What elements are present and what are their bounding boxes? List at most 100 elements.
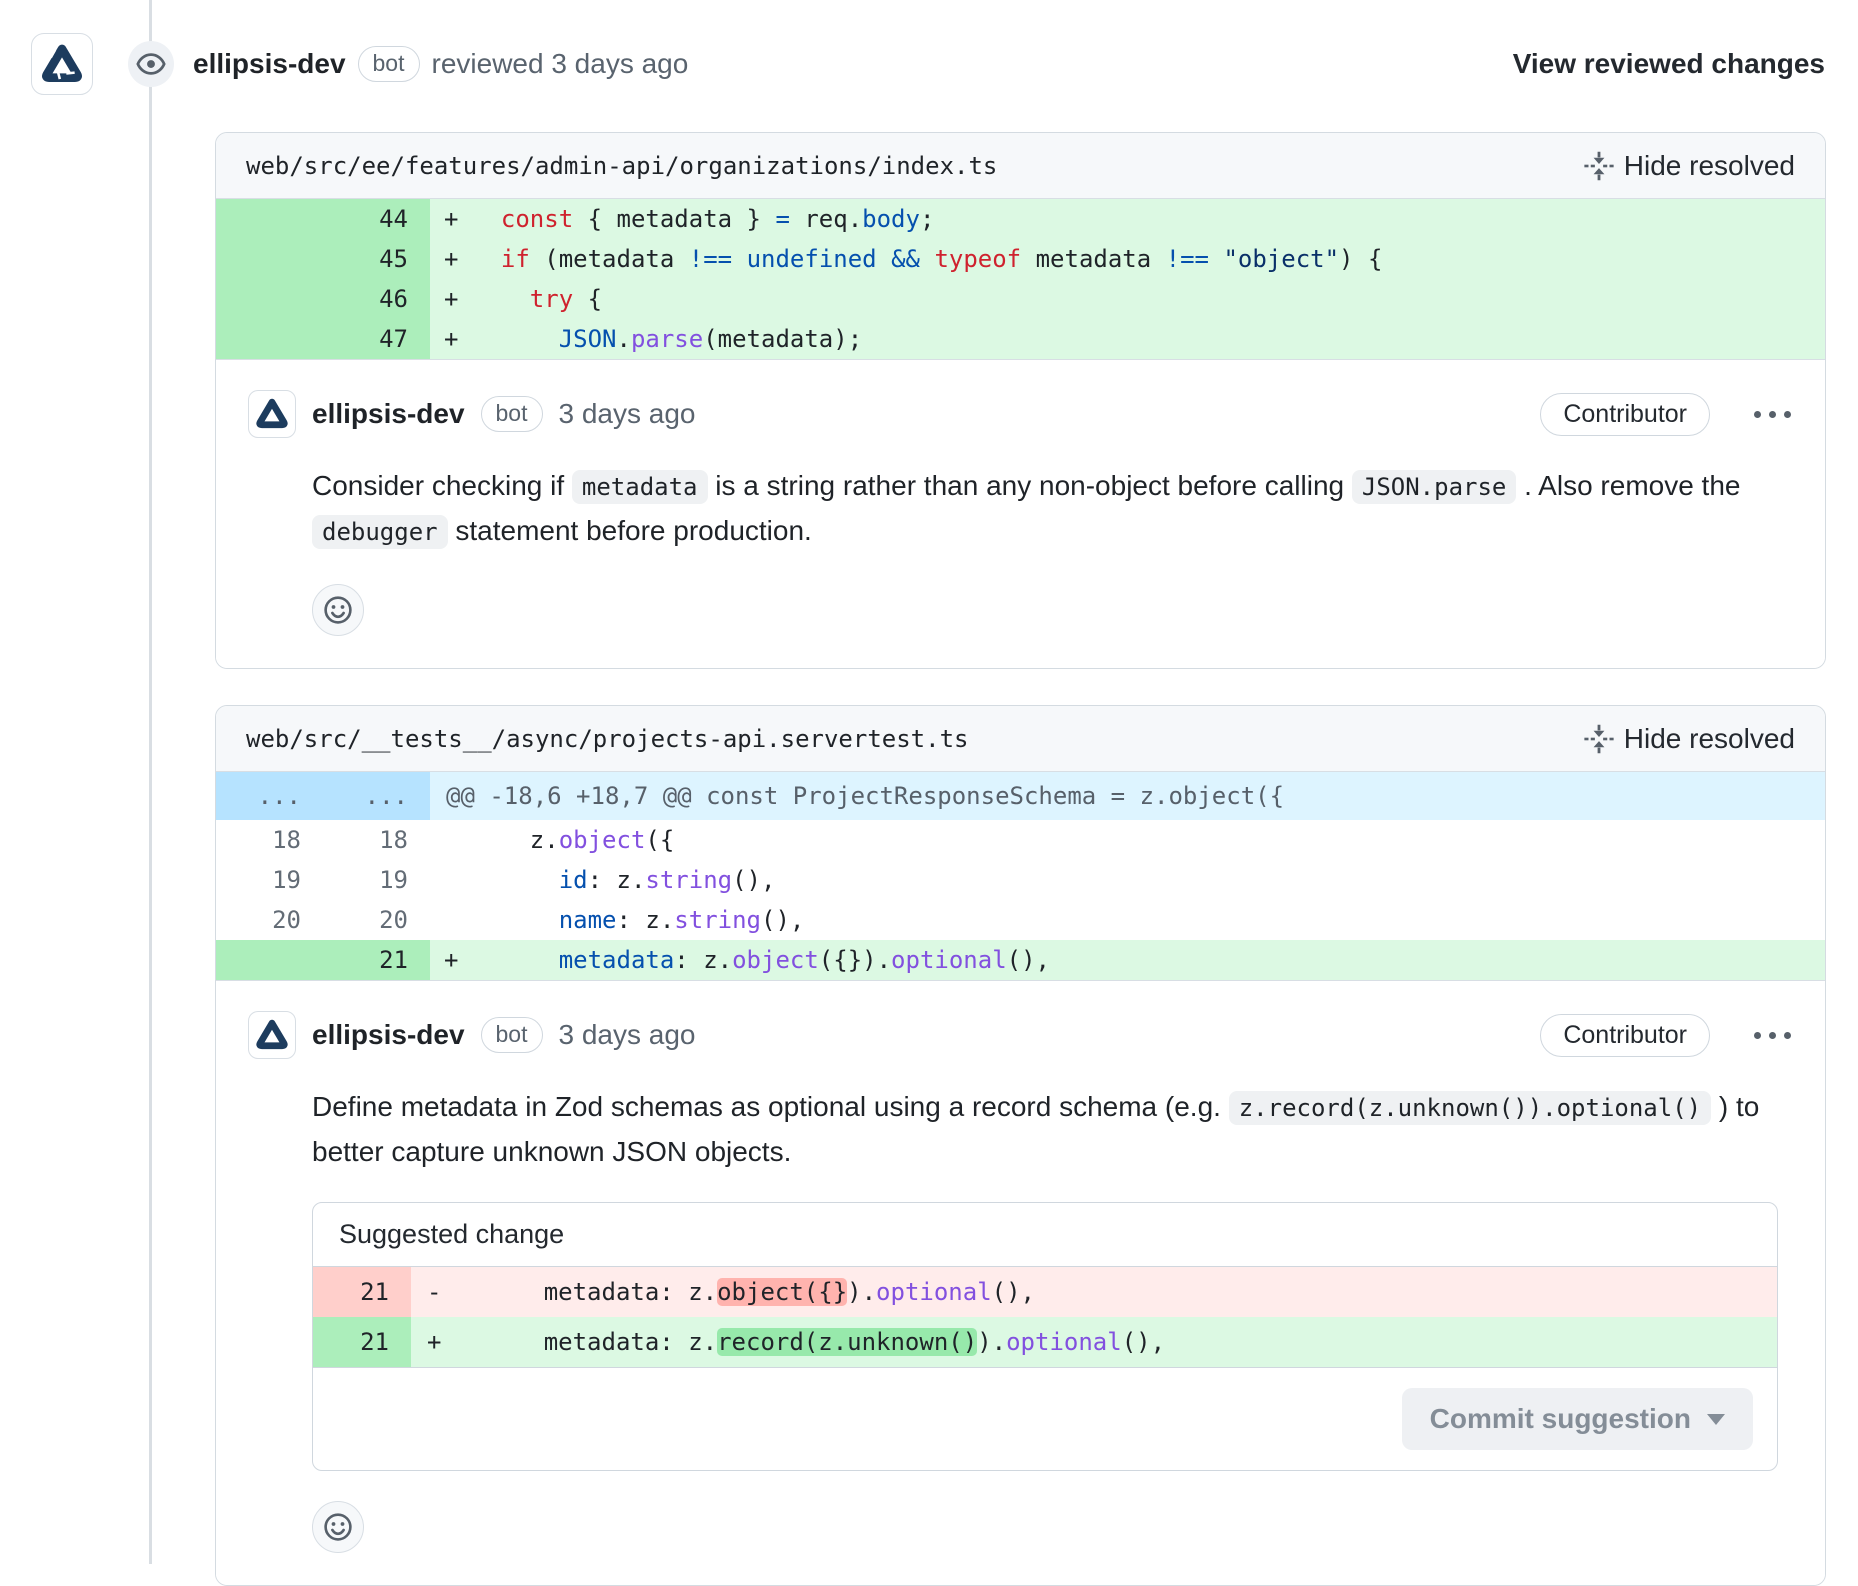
old-line-number: 19 <box>216 860 323 900</box>
review-comment: ellipsis-dev bot 3 days ago Contributor … <box>216 360 1825 668</box>
new-line-number: 44 <box>323 199 430 239</box>
new-line-number: 20 <box>323 900 430 940</box>
suggestion-footer: Commit suggestion <box>313 1367 1777 1470</box>
diff-marker: - <box>411 1267 457 1317</box>
review-header: ellipsis-dev bot reviewed 3 days ago Vie… <box>0 0 1858 97</box>
review-thread-card-1: web/src/ee/features/admin-api/organizati… <box>215 132 1826 669</box>
hide-resolved-label: Hide resolved <box>1624 150 1795 182</box>
hide-resolved-button[interactable]: Hide resolved <box>1584 723 1795 755</box>
suggestion-added-row: 21 + metadata: z.record(z.unknown()).opt… <box>313 1317 1777 1367</box>
diff-table: 44 + const { metadata } = req.body; 45 +… <box>216 199 1825 360</box>
line-number: 21 <box>313 1267 411 1317</box>
reviewer-name[interactable]: ellipsis-dev <box>193 48 346 80</box>
file-path-link[interactable]: web/src/ee/features/admin-api/organizati… <box>246 152 997 180</box>
review-comment: ellipsis-dev bot 3 days ago Contributor … <box>216 981 1825 1585</box>
file-header: web/src/__tests__/async/projects-api.ser… <box>216 706 1825 772</box>
file-path-link[interactable]: web/src/__tests__/async/projects-api.ser… <box>246 725 968 753</box>
bot-badge: bot <box>358 46 420 82</box>
old-line-number <box>216 319 323 359</box>
old-line-number <box>216 940 323 980</box>
diff-marker <box>430 860 472 900</box>
diff-marker <box>430 820 472 860</box>
ellipsis-logo-icon <box>39 41 85 87</box>
comment-author[interactable]: ellipsis-dev <box>312 1019 465 1051</box>
diff-table: ... ... @@ -18,6 +18,7 @@ const ProjectR… <box>216 772 1825 981</box>
code-line: if (metadata !== undefined && typeof met… <box>472 239 1825 279</box>
reviewer-avatar[interactable] <box>31 33 93 95</box>
old-line-number: 18 <box>216 820 323 860</box>
chevron-down-icon <box>1707 1414 1725 1425</box>
diff-row: 46 + try { <box>216 279 1825 319</box>
comment-author[interactable]: ellipsis-dev <box>312 398 465 430</box>
new-line-number: ... <box>323 772 430 820</box>
comment-avatar[interactable] <box>248 1011 296 1059</box>
ellipsis-logo-icon <box>254 1017 290 1053</box>
new-line-number: 45 <box>323 239 430 279</box>
comment-timestamp[interactable]: 3 days ago <box>559 398 696 430</box>
hunk-row: ... ... @@ -18,6 +18,7 @@ const ProjectR… <box>216 772 1825 820</box>
eye-icon <box>136 49 166 79</box>
diff-marker: + <box>430 279 472 319</box>
code-line: const { metadata } = req.body; <box>472 199 1825 239</box>
diff-row: 21 + metadata: z.object({}).optional(), <box>216 940 1825 980</box>
timeline-line <box>149 0 152 1564</box>
hide-resolved-button[interactable]: Hide resolved <box>1584 150 1795 182</box>
comment-body: Consider checking if metadata is a strin… <box>312 464 1793 554</box>
line-number: 21 <box>313 1317 411 1367</box>
review-thread-card-2: web/src/__tests__/async/projects-api.ser… <box>215 705 1826 1586</box>
new-line-number: 21 <box>323 940 430 980</box>
diff-marker: + <box>430 940 472 980</box>
code-line: metadata: z.object({}).optional(), <box>457 1267 1777 1317</box>
contributor-badge: Contributor <box>1540 1014 1710 1057</box>
comment-avatar[interactable] <box>248 390 296 438</box>
diff-marker: + <box>430 239 472 279</box>
diff-marker: + <box>430 319 472 359</box>
smiley-icon <box>323 595 353 625</box>
diff-marker: + <box>430 199 472 239</box>
new-line-number: 47 <box>323 319 430 359</box>
code-line: metadata: z.record(z.unknown()).optional… <box>457 1317 1777 1367</box>
old-line-number: ... <box>216 772 323 820</box>
suggested-change-title: Suggested change <box>313 1203 1777 1267</box>
old-line-number <box>216 279 323 319</box>
diff-marker <box>430 900 472 940</box>
suggested-change-block: Suggested change 21 - metadata: z.object… <box>312 1202 1778 1471</box>
smiley-icon <box>323 1512 353 1542</box>
diff-row: 19 19 id: z.string(), <box>216 860 1825 900</box>
code-line: try { <box>472 279 1825 319</box>
kebab-menu-icon[interactable] <box>1752 405 1793 424</box>
commit-suggestion-button[interactable]: Commit suggestion <box>1402 1388 1753 1450</box>
commit-suggestion-label: Commit suggestion <box>1430 1403 1691 1435</box>
diff-row: 18 18 z.object({ <box>216 820 1825 860</box>
view-reviewed-changes-link[interactable]: View reviewed changes <box>1513 48 1825 80</box>
code-line: name: z.string(), <box>472 900 1825 940</box>
code-line: metadata: z.object({}).optional(), <box>472 940 1825 980</box>
fold-icon <box>1584 724 1614 754</box>
diff-row: 20 20 name: z.string(), <box>216 900 1825 940</box>
fold-icon <box>1584 151 1614 181</box>
comment-timestamp[interactable]: 3 days ago <box>559 1019 696 1051</box>
new-line-number: 19 <box>323 860 430 900</box>
review-action-text: reviewed 3 days ago <box>432 48 689 80</box>
comment-body: Define metadata in Zod schemas as option… <box>312 1085 1793 1174</box>
new-line-number: 46 <box>323 279 430 319</box>
diff-marker: + <box>411 1317 457 1367</box>
ellipsis-logo-icon <box>254 396 290 432</box>
old-line-number <box>216 199 323 239</box>
bot-badge: bot <box>481 1017 543 1053</box>
code-line: z.object({ <box>472 820 1825 860</box>
code-line: id: z.string(), <box>472 860 1825 900</box>
kebab-menu-icon[interactable] <box>1752 1026 1793 1045</box>
old-line-number: 20 <box>216 900 323 940</box>
diff-row: 47 + JSON.parse(metadata); <box>216 319 1825 359</box>
old-line-number <box>216 239 323 279</box>
hunk-header-text: @@ -18,6 +18,7 @@ const ProjectResponseS… <box>430 772 1825 820</box>
hide-resolved-label: Hide resolved <box>1624 723 1795 755</box>
suggestion-deleted-row: 21 - metadata: z.object({}).optional(), <box>313 1267 1777 1317</box>
review-eye-badge <box>128 41 174 87</box>
diff-row: 45 + if (metadata !== undefined && typeo… <box>216 239 1825 279</box>
add-reaction-button[interactable] <box>312 584 364 636</box>
file-header: web/src/ee/features/admin-api/organizati… <box>216 133 1825 199</box>
bot-badge: bot <box>481 396 543 432</box>
add-reaction-button[interactable] <box>312 1501 364 1553</box>
